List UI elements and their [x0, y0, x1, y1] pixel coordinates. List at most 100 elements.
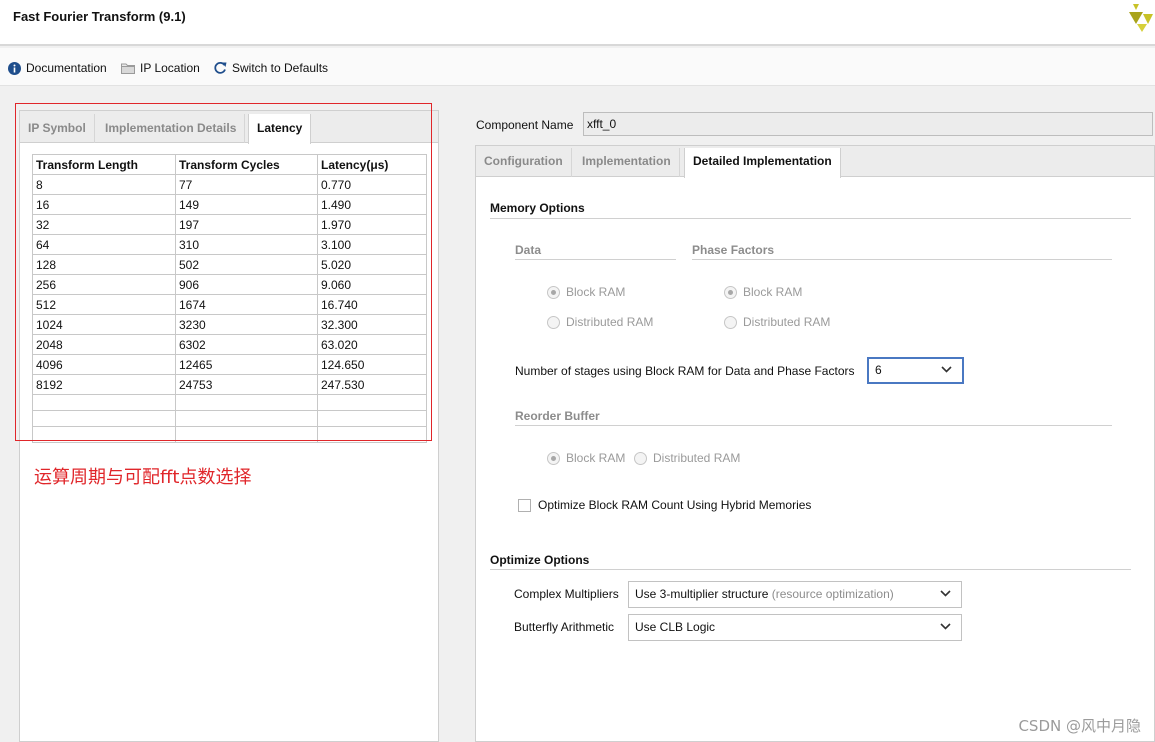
tab-detailed-implementation[interactable]: Detailed Implementation: [684, 148, 841, 178]
reorder-distributed-ram-radio[interactable]: Distributed RAM: [634, 451, 740, 465]
tab-implementation-details[interactable]: Implementation Details: [97, 114, 246, 143]
table-cell: 77: [175, 174, 318, 195]
table-cell: 63.020: [317, 334, 427, 355]
table-row: 8 77 0.770: [32, 174, 427, 195]
documentation-label: Documentation: [26, 61, 107, 75]
table-cell: 2048: [32, 334, 176, 355]
title-bar: Fast Fourier Transform (9.1): [0, 0, 1155, 46]
ip-location-label: IP Location: [140, 61, 200, 75]
data-distributed-ram-label: Distributed RAM: [566, 315, 654, 329]
tab-implementation[interactable]: Implementation: [574, 148, 680, 177]
table-row: 256 906 9.060: [32, 274, 427, 295]
table-cell: 149: [175, 194, 318, 215]
table-cell: 512: [32, 294, 176, 315]
tab-configuration[interactable]: Configuration: [476, 148, 572, 177]
phase-block-ram-label: Block RAM: [743, 285, 803, 299]
phase-distributed-ram-radio[interactable]: Distributed RAM: [724, 315, 830, 329]
data-distributed-ram-radio[interactable]: Distributed RAM: [547, 315, 653, 329]
table-row: 8192 24753 247.530: [32, 374, 427, 395]
table-cell: 1674: [175, 294, 318, 315]
column-header-latency: Latency(μs): [317, 154, 427, 175]
radio-empty-icon: [547, 315, 560, 329]
data-block-ram-label: Block RAM: [566, 285, 626, 299]
complex-multipliers-label: Complex Multipliers: [514, 587, 619, 601]
data-label: Data: [515, 243, 542, 257]
table-cell: 9.060: [317, 274, 427, 295]
info-icon: [8, 61, 21, 75]
component-name-field[interactable]: xfft_0: [583, 112, 1153, 136]
left-tab-bar: IP Symbol Implementation Details Latency: [20, 111, 438, 144]
table-cell: 16: [32, 194, 176, 215]
table-cell: 310: [175, 234, 318, 255]
table-cell: 16.740: [317, 294, 427, 315]
table-cell: 906: [175, 274, 318, 295]
configuration-panel: Configuration Implementation Detailed Im…: [475, 145, 1155, 742]
table-row: 512 1674 16.740: [32, 294, 427, 315]
table-cell: 1.970: [317, 214, 427, 235]
table-cell: 1.490: [317, 194, 427, 215]
empty-table-row: [32, 410, 427, 427]
annotation-text: 运算周期与可配fft点数选择: [34, 467, 252, 488]
table-cell: 197: [175, 214, 318, 235]
window-title: Fast Fourier Transform (9.1): [13, 9, 186, 24]
ip-location-button[interactable]: IP Location: [121, 60, 200, 76]
symbol-panel: IP Symbol Implementation Details Latency…: [19, 110, 439, 742]
data-block-ram-radio[interactable]: Block RAM: [547, 285, 625, 299]
table-row: 2048 6302 63.020: [32, 334, 427, 355]
table-cell: 12465: [175, 354, 318, 375]
hybrid-memories-label: Optimize Block RAM Count Using Hybrid Me…: [538, 498, 812, 512]
column-header-transform-cycles: Transform Cycles: [175, 154, 318, 175]
complex-multipliers-note: (resource optimization): [771, 587, 894, 601]
tab-ip-symbol[interactable]: IP Symbol: [20, 114, 95, 143]
divider: [490, 569, 1131, 570]
stages-value: 6: [875, 363, 882, 377]
table-cell: 24753: [175, 374, 318, 395]
vendor-logo: [1129, 4, 1153, 32]
butterfly-arithmetic-label: Butterfly Arithmetic: [514, 620, 615, 634]
table-row: 64 310 3.100: [32, 234, 427, 255]
chevron-down-icon: [940, 623, 951, 630]
phase-block-ram-radio[interactable]: Block RAM: [724, 285, 802, 299]
empty-table-row: [32, 394, 427, 411]
table-cell: 4096: [32, 354, 176, 375]
complex-multipliers-dropdown[interactable]: Use 3-multiplier structure (resource opt…: [628, 581, 962, 608]
table-cell: 64: [32, 234, 176, 255]
table-row: 16 149 1.490: [32, 194, 427, 215]
butterfly-arithmetic-dropdown[interactable]: Use CLB Logic: [628, 614, 962, 641]
switch-to-defaults-label: Switch to Defaults: [232, 61, 329, 75]
radio-selected-icon: [547, 285, 560, 299]
table-row: 128 502 5.020: [32, 254, 427, 275]
table-cell: 0.770: [317, 174, 427, 195]
complex-multipliers-value: Use 3-multiplier structure: [635, 587, 769, 601]
refresh-icon: [214, 61, 227, 74]
table-cell: 32: [32, 214, 176, 235]
watermark: CSDN @风中月隐: [1018, 717, 1141, 735]
phase-factors-label: Phase Factors: [692, 243, 775, 257]
right-tab-bar: Configuration Implementation Detailed Im…: [476, 146, 1154, 178]
table-row: 1024 3230 32.300: [32, 314, 427, 335]
radio-empty-icon: [634, 451, 647, 465]
table-cell: 8192: [32, 374, 176, 395]
table-cell: 1024: [32, 314, 176, 335]
butterfly-arithmetic-value: Use CLB Logic: [635, 620, 716, 634]
switch-to-defaults-button[interactable]: Switch to Defaults: [213, 60, 328, 76]
divider: [490, 218, 1131, 219]
chevron-down-icon: [940, 590, 951, 597]
table-cell: 3230: [175, 314, 318, 335]
hybrid-memories-checkbox[interactable]: Optimize Block RAM Count Using Hybrid Me…: [518, 498, 811, 512]
radio-selected-icon: [724, 285, 737, 299]
empty-table-row: [32, 426, 427, 443]
table-cell: 5.020: [317, 254, 427, 275]
reorder-block-ram-radio[interactable]: Block RAM: [547, 451, 625, 465]
table-cell: 3.100: [317, 234, 427, 255]
divider: [515, 425, 1112, 426]
table-cell: 247.530: [317, 374, 427, 395]
table-cell: 128: [32, 254, 176, 275]
table-header-row: Transform Length Transform Cycles Latenc…: [32, 154, 427, 175]
stages-dropdown[interactable]: 6: [867, 357, 964, 384]
table-cell: 6302: [175, 334, 318, 355]
tab-latency[interactable]: Latency: [248, 114, 312, 144]
radio-empty-icon: [724, 315, 737, 329]
folder-icon: [121, 63, 135, 74]
documentation-button[interactable]: Documentation: [8, 60, 107, 76]
